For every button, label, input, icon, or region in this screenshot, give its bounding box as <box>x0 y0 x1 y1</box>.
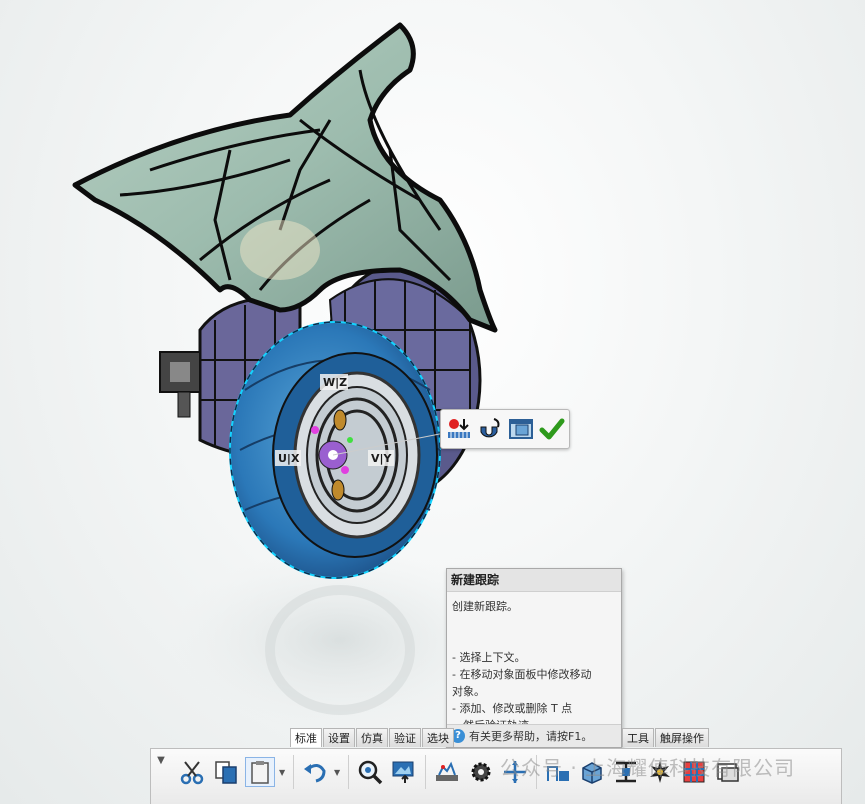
tab-validation[interactable]: 验证 <box>389 728 421 747</box>
new-track-button[interactable] <box>432 757 462 787</box>
tab-selection[interactable]: 选块 <box>422 728 454 747</box>
cut-scissors-icon <box>180 761 204 785</box>
tooltip-line: - 添加、修改或删除 T 点 <box>452 702 573 715</box>
tooltip-help-text: 有关更多帮助，请按F1。 <box>469 730 593 743</box>
3d-viewport[interactable]: W|Z U|X V|Y <box>0 0 865 804</box>
tab-tools[interactable]: 工具 <box>622 728 654 747</box>
tab-setup[interactable]: 设置 <box>323 728 355 747</box>
add-point-icon <box>447 419 470 438</box>
box-view-icon <box>582 762 602 784</box>
view-object-button[interactable] <box>507 415 534 443</box>
track-path-icon <box>547 766 569 781</box>
tooltip-line: 对象。 <box>452 685 485 698</box>
triad-u-label: U|X <box>278 452 300 465</box>
add-point-button[interactable] <box>445 415 472 443</box>
paste-dropdown-arrow[interactable]: ▼ <box>279 768 287 777</box>
toolbar-tabs-right: 工具 触屏操作 <box>622 728 710 748</box>
zoom-button[interactable] <box>355 757 385 787</box>
snap-magnet-icon <box>480 418 499 438</box>
tooltip-line: - 在移动对象面板中修改移动 <box>452 668 592 681</box>
vehicle-wheel-model[interactable]: W|Z U|X V|Y <box>0 0 865 804</box>
new-track-tooltip: 新建跟踪 创建新跟踪。 - 选择上下文。 - 在移动对象面板中修改移动 对象。 … <box>446 568 622 748</box>
zoom-icon <box>358 760 383 785</box>
box-view-button[interactable] <box>577 757 607 787</box>
triad-w-label: W|Z <box>323 376 347 389</box>
clipboard-group: ▼ <box>171 755 294 789</box>
undo-icon <box>304 764 326 783</box>
tooltip-line: - 选择上下文。 <box>452 651 526 664</box>
tab-simulation[interactable]: 仿真 <box>356 728 388 747</box>
snap-button[interactable] <box>476 415 503 443</box>
analysis-group <box>537 755 749 789</box>
undo-group: ▼ <box>294 755 349 789</box>
new-track-icon <box>436 761 458 781</box>
view-group <box>349 755 426 789</box>
move-button[interactable] <box>500 757 530 787</box>
confirm-button[interactable] <box>538 415 565 443</box>
toolbar-tabs: 标准 设置 仿真 验证 选块 <box>290 728 455 748</box>
clash-icon <box>650 761 670 783</box>
tooltip-title: 新建跟踪 <box>447 569 621 592</box>
tab-standard[interactable]: 标准 <box>290 728 322 747</box>
bracket-part <box>159 351 201 418</box>
settings-button[interactable] <box>466 757 496 787</box>
tooltip-description: 创建新跟踪。 <box>452 600 518 613</box>
tooltip-body: 创建新跟踪。 - 选择上下文。 - 在移动对象面板中修改移动 对象。 - 添加、… <box>447 592 621 734</box>
measure-button[interactable] <box>611 757 641 787</box>
render-button[interactable] <box>713 757 743 787</box>
grid-icon <box>683 761 705 783</box>
undo-button[interactable] <box>300 757 330 787</box>
measure-icon <box>616 761 636 783</box>
context-toolbar <box>440 409 570 449</box>
capture-icon <box>392 761 414 783</box>
cut-button[interactable] <box>177 757 207 787</box>
track-path-button[interactable] <box>543 757 573 787</box>
capture-button[interactable] <box>389 757 419 787</box>
standard-toolbar: ▼ ▼ ▼ <box>150 748 842 804</box>
triad-v-label: V|Y <box>371 452 393 465</box>
gear-settings-icon <box>471 762 491 782</box>
confirm-check-icon <box>539 418 564 440</box>
chevron-down-icon[interactable]: ▼ <box>151 755 171 775</box>
undo-dropdown-arrow[interactable]: ▼ <box>334 768 342 777</box>
tooltip-help-footer: ? 有关更多帮助，请按F1。 <box>447 724 621 747</box>
clash-button[interactable] <box>645 757 675 787</box>
move-compass-icon <box>504 761 526 783</box>
copy-button[interactable] <box>211 757 241 787</box>
tab-touch[interactable]: 触屏操作 <box>655 728 709 747</box>
paste-icon <box>251 761 269 784</box>
grid-button[interactable] <box>679 757 709 787</box>
track-group <box>426 755 537 789</box>
paste-button[interactable] <box>245 757 275 787</box>
copy-icon <box>215 761 237 784</box>
view-object-icon <box>508 419 533 439</box>
render-icon <box>717 763 739 782</box>
